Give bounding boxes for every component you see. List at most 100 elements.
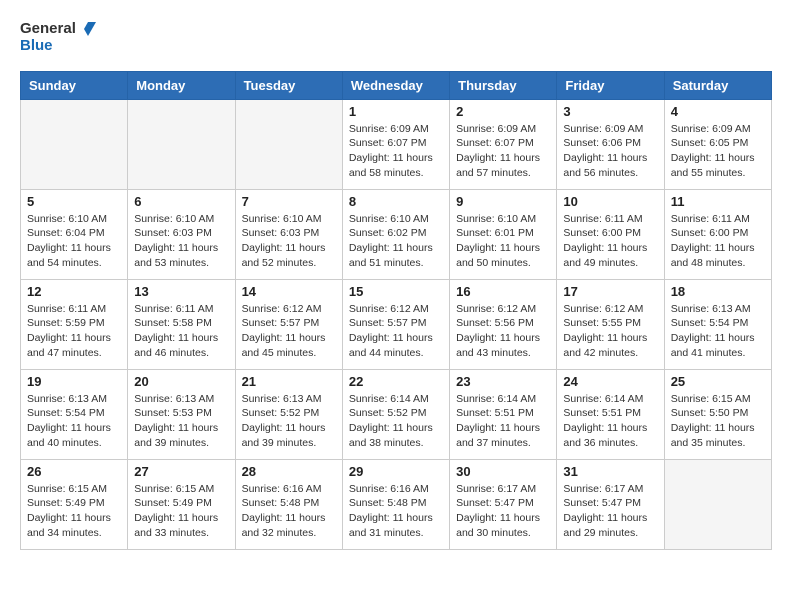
day-info: Sunrise: 6:15 AM Sunset: 5:50 PM Dayligh…	[671, 392, 765, 451]
calendar-cell: 14Sunrise: 6:12 AM Sunset: 5:57 PM Dayli…	[235, 279, 342, 369]
calendar-cell: 8 Sunrise: 6:10 AM Sunset: 6:02 PM Daylig…	[342, 189, 449, 279]
day-info: Sunrise: 6:15 AM Sunset: 5:49 PM Dayligh…	[27, 482, 121, 541]
day-info: Sunrise: 6:13 AM Sunset: 5:54 PM Dayligh…	[671, 302, 765, 361]
calendar-cell: 20 Sunrise: 6:13 AM Sunset: 5:53 PM Dayli…	[128, 369, 235, 459]
calendar-cell: 23 Sunrise: 6:14 AM Sunset: 5:51 PM Dayli…	[450, 369, 557, 459]
weekday-header-thursday: Thursday	[450, 71, 557, 99]
day-number: 31	[563, 464, 657, 479]
calendar-cell	[664, 459, 771, 549]
day-number: 7	[242, 194, 336, 209]
logo-general-text: General	[20, 21, 76, 38]
day-number: 25	[671, 374, 765, 389]
day-info: Sunrise: 6:12 AM Sunset: 5:55 PM Dayligh…	[563, 302, 657, 361]
day-number: 10	[563, 194, 657, 209]
calendar-cell: 4Sunrise: 6:09 AM Sunset: 6:05 PM Daylig…	[664, 99, 771, 189]
day-number: 15	[349, 284, 443, 299]
day-info: Sunrise: 6:15 AM Sunset: 5:49 PM Dayligh…	[134, 482, 228, 541]
day-number: 23	[456, 374, 550, 389]
calendar-cell: 12 Sunrise: 6:11 AM Sunset: 5:59 PM Dayli…	[21, 279, 128, 369]
day-info: Sunrise: 6:10 AM Sunset: 6:04 PM Dayligh…	[27, 212, 121, 271]
day-info: Sunrise: 6:10 AM Sunset: 6:03 PM Dayligh…	[134, 212, 228, 271]
day-number: 16	[456, 284, 550, 299]
day-number: 24	[563, 374, 657, 389]
day-info: Sunrise: 6:17 AM Sunset: 5:47 PM Dayligh…	[456, 482, 550, 541]
logo: General Blue	[20, 20, 96, 55]
calendar-cell: 3 Sunrise: 6:09 AM Sunset: 6:06 PM Daylig…	[557, 99, 664, 189]
calendar-cell: 7 Sunrise: 6:10 AM Sunset: 6:03 PM Daylig…	[235, 189, 342, 279]
weekday-header-row: SundayMondayTuesdayWednesdayThursdayFrid…	[21, 71, 772, 99]
day-number: 3	[563, 104, 657, 119]
day-info: Sunrise: 6:12 AM Sunset: 5:56 PM Dayligh…	[456, 302, 550, 361]
day-number: 14	[242, 284, 336, 299]
calendar-cell	[235, 99, 342, 189]
calendar-cell: 31 Sunrise: 6:17 AM Sunset: 5:47 PM Dayli…	[557, 459, 664, 549]
calendar-header: SundayMondayTuesdayWednesdayThursdayFrid…	[21, 71, 772, 99]
day-info: Sunrise: 6:13 AM Sunset: 5:52 PM Dayligh…	[242, 392, 336, 451]
day-info: Sunrise: 6:17 AM Sunset: 5:47 PM Dayligh…	[563, 482, 657, 541]
day-info: Sunrise: 6:10 AM Sunset: 6:03 PM Dayligh…	[242, 212, 336, 271]
calendar-cell: 17Sunrise: 6:12 AM Sunset: 5:55 PM Dayli…	[557, 279, 664, 369]
logo-chevron-icon	[78, 20, 96, 38]
calendar-cell: 10 Sunrise: 6:11 AM Sunset: 6:00 PM Dayli…	[557, 189, 664, 279]
calendar-cell: 1Sunrise: 6:09 AM Sunset: 6:07 PM Daylig…	[342, 99, 449, 189]
weekday-header-sunday: Sunday	[21, 71, 128, 99]
day-number: 28	[242, 464, 336, 479]
logo-blue-text: Blue	[20, 38, 96, 55]
calendar-cell: 26 Sunrise: 6:15 AM Sunset: 5:49 PM Dayli…	[21, 459, 128, 549]
calendar-cell: 9 Sunrise: 6:10 AM Sunset: 6:01 PM Daylig…	[450, 189, 557, 279]
week-row-3: 12 Sunrise: 6:11 AM Sunset: 5:59 PM Dayli…	[21, 279, 772, 369]
calendar-cell: 13 Sunrise: 6:11 AM Sunset: 5:58 PM Dayli…	[128, 279, 235, 369]
day-info: Sunrise: 6:11 AM Sunset: 5:58 PM Dayligh…	[134, 302, 228, 361]
day-number: 8	[349, 194, 443, 209]
day-number: 27	[134, 464, 228, 479]
day-info: Sunrise: 6:12 AM Sunset: 5:57 PM Dayligh…	[349, 302, 443, 361]
calendar-cell: 11 Sunrise: 6:11 AM Sunset: 6:00 PM Dayli…	[664, 189, 771, 279]
day-number: 5	[27, 194, 121, 209]
day-info: Sunrise: 6:10 AM Sunset: 6:02 PM Dayligh…	[349, 212, 443, 271]
calendar-cell: 18Sunrise: 6:13 AM Sunset: 5:54 PM Dayli…	[664, 279, 771, 369]
day-info: Sunrise: 6:14 AM Sunset: 5:51 PM Dayligh…	[563, 392, 657, 451]
day-number: 30	[456, 464, 550, 479]
calendar-cell: 24 Sunrise: 6:14 AM Sunset: 5:51 PM Dayli…	[557, 369, 664, 459]
weekday-header-saturday: Saturday	[664, 71, 771, 99]
day-info: Sunrise: 6:14 AM Sunset: 5:51 PM Dayligh…	[456, 392, 550, 451]
weekday-header-friday: Friday	[557, 71, 664, 99]
weekday-header-wednesday: Wednesday	[342, 71, 449, 99]
week-row-5: 26 Sunrise: 6:15 AM Sunset: 5:49 PM Dayli…	[21, 459, 772, 549]
calendar-table: SundayMondayTuesdayWednesdayThursdayFrid…	[20, 71, 772, 550]
calendar-cell	[21, 99, 128, 189]
day-number: 29	[349, 464, 443, 479]
day-number: 12	[27, 284, 121, 299]
page-header: General Blue	[20, 20, 772, 55]
calendar-cell: 25 Sunrise: 6:15 AM Sunset: 5:50 PM Dayli…	[664, 369, 771, 459]
week-row-1: 1Sunrise: 6:09 AM Sunset: 6:07 PM Daylig…	[21, 99, 772, 189]
day-number: 22	[349, 374, 443, 389]
day-number: 11	[671, 194, 765, 209]
day-number: 20	[134, 374, 228, 389]
day-number: 2	[456, 104, 550, 119]
week-row-2: 5 Sunrise: 6:10 AM Sunset: 6:04 PM Daylig…	[21, 189, 772, 279]
day-info: Sunrise: 6:11 AM Sunset: 5:59 PM Dayligh…	[27, 302, 121, 361]
day-info: Sunrise: 6:11 AM Sunset: 6:00 PM Dayligh…	[671, 212, 765, 271]
day-info: Sunrise: 6:10 AM Sunset: 6:01 PM Dayligh…	[456, 212, 550, 271]
day-info: Sunrise: 6:16 AM Sunset: 5:48 PM Dayligh…	[349, 482, 443, 541]
calendar-cell: 21Sunrise: 6:13 AM Sunset: 5:52 PM Dayli…	[235, 369, 342, 459]
calendar-cell: 2Sunrise: 6:09 AM Sunset: 6:07 PM Daylig…	[450, 99, 557, 189]
calendar-cell: 28 Sunrise: 6:16 AM Sunset: 5:48 PM Dayli…	[235, 459, 342, 549]
day-info: Sunrise: 6:11 AM Sunset: 6:00 PM Dayligh…	[563, 212, 657, 271]
week-row-4: 19Sunrise: 6:13 AM Sunset: 5:54 PM Dayli…	[21, 369, 772, 459]
calendar-cell: 5 Sunrise: 6:10 AM Sunset: 6:04 PM Daylig…	[21, 189, 128, 279]
calendar-cell: 27 Sunrise: 6:15 AM Sunset: 5:49 PM Dayli…	[128, 459, 235, 549]
logo-mark: General Blue	[20, 20, 96, 55]
calendar-cell: 6 Sunrise: 6:10 AM Sunset: 6:03 PM Daylig…	[128, 189, 235, 279]
weekday-header-tuesday: Tuesday	[235, 71, 342, 99]
day-number: 4	[671, 104, 765, 119]
day-info: Sunrise: 6:09 AM Sunset: 6:06 PM Dayligh…	[563, 122, 657, 181]
day-number: 13	[134, 284, 228, 299]
day-number: 26	[27, 464, 121, 479]
day-info: Sunrise: 6:13 AM Sunset: 5:53 PM Dayligh…	[134, 392, 228, 451]
day-info: Sunrise: 6:09 AM Sunset: 6:07 PM Dayligh…	[349, 122, 443, 181]
day-number: 6	[134, 194, 228, 209]
day-info: Sunrise: 6:16 AM Sunset: 5:48 PM Dayligh…	[242, 482, 336, 541]
day-number: 9	[456, 194, 550, 209]
